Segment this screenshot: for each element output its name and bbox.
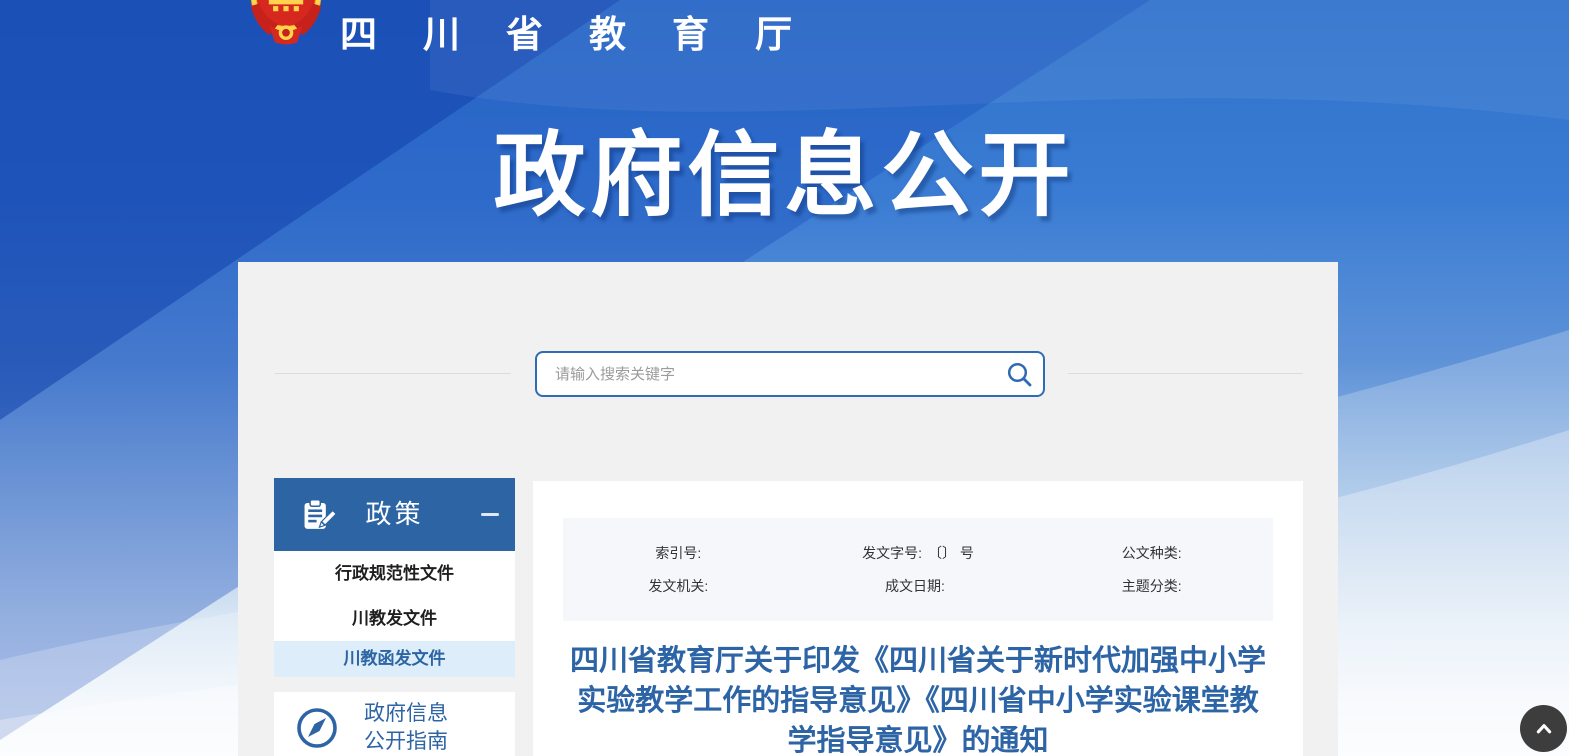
sidebar-item-administrative-normative-docs[interactable]: 行政规范性文件 [274, 551, 515, 596]
document-meta-table: 索引号: 发文字号:〔〕 号 公文种类: 发文机关: 成文日期: 主题分类: [563, 518, 1273, 621]
meta-subject-category: 主题分类: [1036, 576, 1273, 596]
search-icon [1006, 361, 1033, 388]
sidebar-guide-label: 政府信息 公开指南 [364, 700, 448, 756]
page-title: 政府信息公开 [0, 101, 1569, 234]
content-panel: 政策 行政规范性文件 川教发文件 川教函发文件 政府信息 公开指南 索 [238, 262, 1338, 756]
chevron-up-icon [1531, 716, 1557, 742]
site-name: 四川省教育厅 [340, 4, 838, 58]
meta-document-number: 发文字号:〔〕 号 [800, 543, 1037, 563]
guide-label-line2: 公开指南 [364, 730, 448, 753]
compass-icon [295, 706, 339, 750]
guide-label-line1: 政府信息 [364, 702, 448, 725]
sidebar-policy-items: 行政规范性文件 川教发文件 川教函发文件 [274, 551, 515, 677]
sidebar: 政策 行政规范性文件 川教发文件 川教函发文件 政府信息 公开指南 [274, 478, 515, 756]
search-input[interactable] [537, 353, 995, 395]
sidebar-item-chuanjiaohanfa-docs[interactable]: 川教函发文件 [274, 641, 515, 677]
search-box [535, 351, 1045, 397]
sidebar-policy-title: 政策 [274, 478, 515, 551]
back-to-top-button[interactable] [1520, 705, 1567, 752]
search-divider-right [1068, 373, 1303, 374]
china-national-emblem-icon [243, 0, 329, 48]
search-divider-left [275, 373, 511, 374]
sidebar-item-chuanjiaofa-docs[interactable]: 川教发文件 [274, 596, 515, 641]
meta-index-number: 索引号: [563, 543, 800, 563]
minus-icon[interactable] [481, 513, 499, 516]
sidebar-section-disclosure-guide[interactable]: 政府信息 公开指南 [274, 692, 515, 756]
document-title: 四川省教育厅关于印发《四川省关于新时代加强中小学实验教学工作的指导意见》《四川省… [569, 641, 1267, 756]
search-button[interactable] [995, 353, 1043, 395]
meta-date-of-writing: 成文日期: [800, 576, 1037, 596]
meta-document-type: 公文种类: [1036, 543, 1273, 563]
document-card: 索引号: 发文字号:〔〕 号 公文种类: 发文机关: 成文日期: 主题分类: 四… [533, 481, 1303, 756]
sidebar-section-policy[interactable]: 政策 [274, 478, 515, 551]
meta-issuing-authority: 发文机关: [563, 576, 800, 596]
